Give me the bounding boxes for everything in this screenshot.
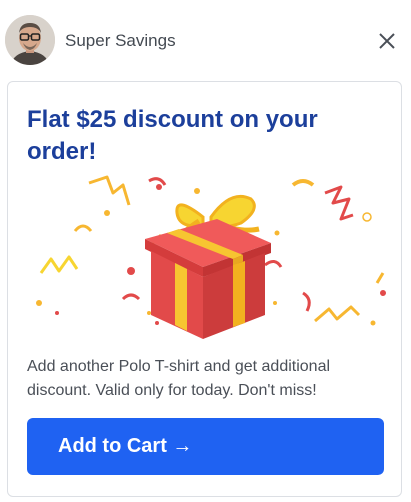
sender-name: Super Savings (65, 31, 176, 50)
promo-description: Add another Polo T-shirt and get additio… (27, 358, 331, 399)
gift-box-icon (36, 175, 386, 339)
avatar (5, 15, 55, 65)
close-button[interactable] (374, 28, 400, 54)
gift-illustration (27, 173, 387, 343)
chat-header: Super Savings (0, 0, 411, 80)
close-icon (379, 33, 395, 49)
promo-card: Flat $25 discount on your order! Add ano… (7, 81, 402, 497)
promo-title: Flat $25 discount on your order! (27, 106, 318, 165)
add-to-cart-button[interactable]: Add to Cart → (27, 418, 384, 475)
person-avatar-icon (5, 15, 55, 65)
